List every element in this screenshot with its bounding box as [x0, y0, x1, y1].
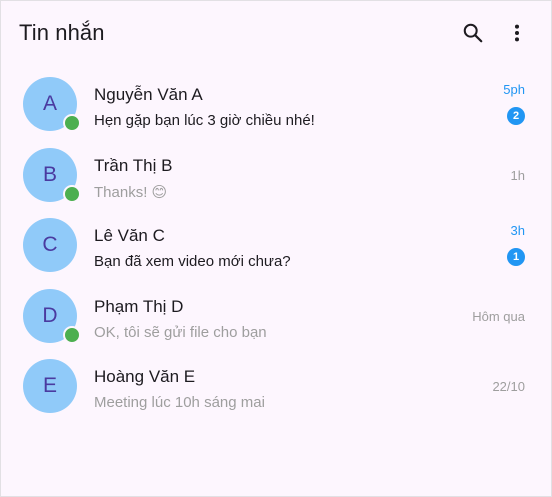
avatar: C: [23, 218, 77, 272]
message-time: 5ph: [503, 82, 525, 97]
contact-name: Phạm Thị D: [94, 296, 184, 316]
unread-badge: 1: [507, 248, 525, 266]
conversation-list: A Nguyễn Văn A Hẹn gặp bạn lúc 3 giờ chi…: [1, 69, 551, 422]
messages-screen: Tin nhắn A Nguyễn Văn A Hẹn gặp bạn lúc …: [0, 0, 552, 497]
message-time: 22/10: [492, 379, 525, 394]
page-title: Tin nhắn: [19, 20, 105, 45]
message-time: 1h: [510, 167, 525, 183]
message-time: 3h: [510, 223, 525, 238]
conversation-item[interactable]: E Hoàng Văn E Meeting lúc 10h sáng mai 2…: [1, 351, 551, 422]
conversation-item[interactable]: A Nguyễn Văn A Hẹn gặp bạn lúc 3 giờ chi…: [1, 69, 551, 140]
message-preview: Thanks! 😊: [94, 183, 168, 201]
conversation-item[interactable]: C Lê Văn C Bạn đã xem video mới chưa? 3h…: [1, 210, 551, 281]
conversation-item[interactable]: B Trần Thị B Thanks! 😊 1h: [1, 140, 551, 211]
conversation-item[interactable]: D Phạm Thị D OK, tôi sẽ gửi file cho bạn…: [1, 281, 551, 352]
contact-name: Nguyễn Văn A: [94, 85, 203, 104]
online-indicator: [63, 325, 81, 344]
message-preview: OK, tôi sẽ gửi file cho bạn: [94, 323, 267, 341]
search-button[interactable]: [453, 13, 493, 53]
avatar: E: [23, 359, 77, 413]
online-indicator: [63, 184, 81, 203]
contact-name: Trần Thị B: [94, 155, 173, 175]
online-indicator: [63, 114, 81, 132]
contact-name: Hoàng Văn E: [94, 367, 196, 386]
message-preview: Hẹn gặp bạn lúc 3 giờ chiều nhé!: [94, 112, 315, 129]
unread-badge: 2: [507, 107, 525, 125]
message-preview: Bạn đã xem video mới chưa?: [94, 253, 291, 270]
more-options-button[interactable]: [497, 13, 537, 53]
contact-name: Lê Văn C: [94, 226, 165, 245]
more-vert-icon: [514, 24, 520, 42]
search-icon: [463, 23, 483, 43]
message-preview: Meeting lúc 10h sáng mai: [94, 394, 265, 411]
message-time: Hôm qua: [472, 308, 525, 324]
app-bar: Tin nhắn: [1, 1, 551, 65]
